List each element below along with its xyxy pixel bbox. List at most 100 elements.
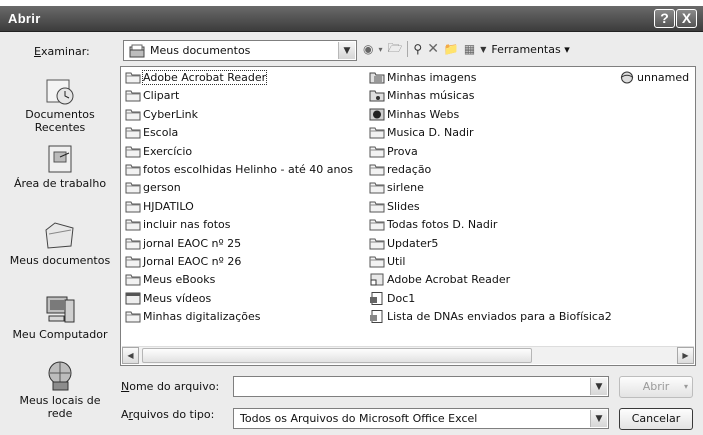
filetype-select[interactable]: Todos os Arquivos do Microsoft Office Ex…	[233, 408, 609, 429]
file-list-item[interactable]: jornal EAOC nº 25	[125, 236, 241, 251]
file-name: CyberLink	[143, 107, 198, 121]
file-name: Lista de DNAs enviados para a Biofísica2	[387, 310, 612, 324]
internet-shortcut-icon	[620, 71, 634, 84]
scroll-left-icon[interactable]: ◀	[122, 347, 139, 364]
file-list-item[interactable]: Doc1	[369, 291, 415, 306]
open-button[interactable]: Abrir ▾	[619, 376, 693, 398]
back-icon[interactable]: ◉	[363, 42, 373, 56]
filename-input[interactable]: ▼	[233, 376, 609, 397]
place-mycomputer[interactable]: Meu Computador	[6, 294, 114, 341]
file-list-item[interactable]: Util	[369, 254, 405, 269]
views-dropdown-icon[interactable]: ▼	[480, 45, 486, 54]
chevron-down-icon[interactable]: ▼	[590, 378, 607, 395]
word-document-icon	[370, 291, 383, 305]
web-folder-icon	[369, 108, 385, 121]
file-list-item[interactable]: Meus eBooks	[125, 272, 215, 287]
look-in-value: Meus documentos	[150, 44, 251, 57]
recent-documents-icon	[46, 79, 74, 105]
folder-icon	[125, 219, 141, 231]
folder-icon	[369, 201, 385, 213]
file-list-item[interactable]: Minhas Webs	[369, 107, 459, 122]
place-desktop[interactable]: Área de trabalho	[6, 143, 114, 190]
delete-icon[interactable]: ✕	[427, 41, 439, 57]
music-folder-icon	[369, 90, 385, 102]
file-name: jornal EAOC nº 25	[143, 236, 242, 250]
place-mydocs[interactable]: Meus documentos	[6, 220, 114, 267]
file-list-item[interactable]: Escola	[125, 125, 178, 140]
file-name: HJDATILO	[143, 199, 194, 213]
folder-icon	[369, 238, 385, 250]
file-list-item[interactable]: redação	[369, 162, 431, 177]
file-name: Musica D. Nadir	[387, 126, 474, 140]
file-list-item[interactable]: incluir nas fotos	[125, 217, 231, 232]
up-folder-icon[interactable]: 🗁	[388, 39, 403, 60]
file-name: Adobe Acrobat Reader	[141, 70, 268, 85]
file-list-item[interactable]: Todas fotos D. Nadir	[369, 217, 497, 232]
file-list-item[interactable]: Slides	[369, 199, 420, 214]
horizontal-scrollbar[interactable]: ◀ ▶	[122, 346, 694, 364]
file-list-item[interactable]: Adobe Acrobat Reader	[125, 70, 268, 85]
cancel-button[interactable]: Cancelar	[619, 408, 693, 430]
file-list-item[interactable]: gerson	[125, 180, 181, 195]
folder-icon	[125, 201, 141, 213]
file-list-item[interactable]: Minhas músicas	[369, 88, 474, 103]
places-bar: Documentos Recentes Área de trabalho Meu…	[6, 66, 114, 435]
file-list-item[interactable]: Minhas digitalizações	[125, 309, 261, 324]
folder-icon	[125, 311, 141, 323]
my-computer-icon	[46, 296, 75, 323]
folder-icon	[125, 256, 141, 268]
file-name: redação	[387, 163, 432, 176]
filetype-label: Arquivos do tipo:	[121, 408, 215, 421]
file-list-item[interactable]: Adobe Acrobat Reader	[369, 272, 510, 287]
back-dropdown-icon[interactable]: ▾	[378, 45, 382, 54]
file-list-item[interactable]: Clipart	[125, 88, 179, 103]
open-dialog: Abrir ? X Examinar: Meus documentos ▼ ◉ …	[0, 0, 703, 435]
file-name: Updater5	[387, 236, 439, 250]
help-button[interactable]: ?	[654, 9, 675, 28]
new-folder-icon[interactable]: 📁	[444, 42, 459, 56]
file-list-item[interactable]: Updater5	[369, 236, 438, 251]
file-name: fotos escolhidas Helinho - até 40 anos	[143, 163, 353, 176]
file-list-item[interactable]: Musica D. Nadir	[369, 125, 474, 140]
folder-icon	[125, 72, 141, 84]
file-list-item[interactable]: Jornal EAOC nº 26	[125, 254, 241, 269]
place-network[interactable]: Meus locais de rede	[6, 360, 114, 420]
file-name: Exercício	[143, 144, 193, 158]
file-list-item[interactable]: Minhas imagens	[369, 70, 476, 85]
chevron-down-icon[interactable]: ▼	[590, 410, 607, 427]
look-in-combo[interactable]: Meus documentos ▼	[123, 40, 357, 61]
excel-document-icon	[370, 310, 383, 324]
chevron-down-icon[interactable]: ▼	[338, 42, 355, 59]
file-name: incluir nas fotos	[143, 218, 231, 232]
place-recent[interactable]: Documentos Recentes	[6, 74, 114, 134]
file-list-item[interactable]: Lista de DNAs enviados para a Biofísica2	[369, 309, 612, 324]
file-name: Util	[387, 255, 406, 268]
tools-menu[interactable]: Ferramentas ▾	[491, 43, 569, 56]
file-name: Todas fotos D. Nadir	[387, 218, 498, 232]
file-list-item[interactable]: sirlene	[369, 180, 424, 195]
file-list-item[interactable]: Prova	[369, 144, 418, 159]
file-list-item[interactable]: CyberLink	[125, 107, 198, 122]
title-bar[interactable]: Abrir ? X	[0, 6, 703, 32]
search-web-icon[interactable]: ⚲	[413, 42, 422, 56]
scroll-thumb[interactable]	[142, 348, 532, 363]
folder-icon	[125, 274, 141, 286]
file-name: Prova	[387, 144, 418, 158]
close-button[interactable]: X	[676, 9, 697, 28]
file-list-item[interactable]: fotos escolhidas Helinho - até 40 anos	[125, 162, 353, 177]
folder-icon	[369, 127, 385, 139]
file-list[interactable]: Adobe Acrobat Reader Clipart CyberLink Esco…	[120, 66, 696, 366]
views-icon[interactable]: ▦	[464, 42, 475, 56]
file-list-item[interactable]: unnamed	[619, 70, 689, 85]
scroll-right-icon[interactable]: ▶	[677, 347, 694, 364]
file-name: Minhas músicas	[387, 89, 475, 103]
file-name: Jornal EAOC nº 26	[143, 255, 242, 268]
my-documents-folder-icon	[45, 222, 74, 249]
folder-icon	[125, 164, 141, 176]
file-name: Meus eBooks	[143, 273, 216, 287]
file-list-item[interactable]: Exercício	[125, 144, 192, 159]
file-list-item[interactable]: Meus vídeos	[125, 291, 211, 306]
file-list-item[interactable]: HJDATILO	[125, 199, 194, 214]
folder-icon	[125, 109, 141, 121]
network-places-icon	[48, 361, 72, 391]
